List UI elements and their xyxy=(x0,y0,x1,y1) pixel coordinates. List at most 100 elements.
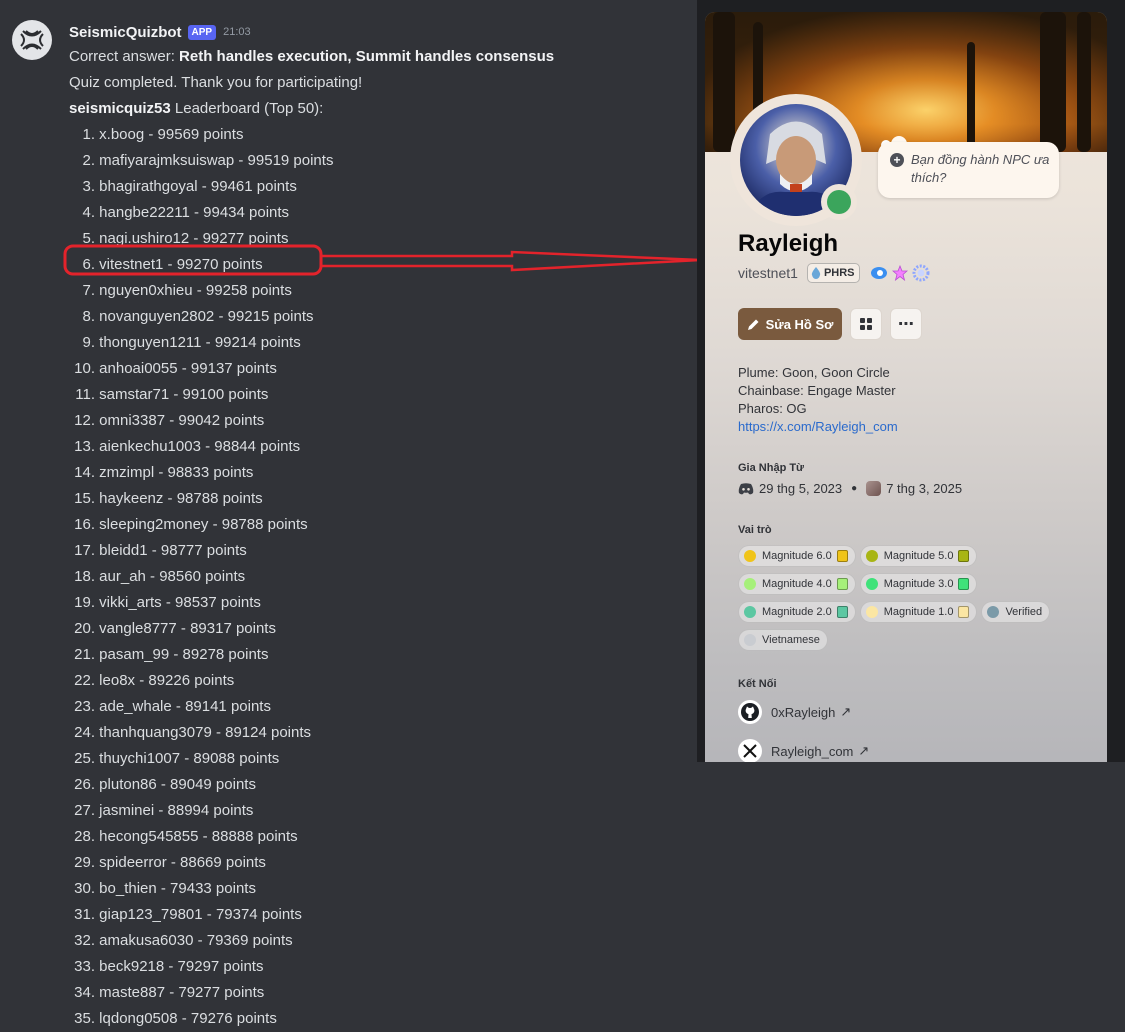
leaderboard-rank: 26. xyxy=(74,776,95,793)
role-icon xyxy=(836,606,848,618)
leaderboard-rank: 12. xyxy=(74,412,95,429)
leaderboard-entry: pluton86 - 89049 points xyxy=(99,776,256,793)
external-link-icon: ↗ xyxy=(858,743,870,758)
leaderboard-entry: lqdong0508 - 79276 points xyxy=(99,1010,277,1027)
leaderboard-entry: aienkechu1003 - 98844 points xyxy=(99,438,301,455)
role-name: Magnitude 4.0 xyxy=(762,578,832,590)
leaderboard-rank: 14. xyxy=(74,464,95,481)
boost-badge-icon[interactable] xyxy=(912,264,930,282)
leaderboard-row: 18. aur_ah - 98560 points xyxy=(69,564,689,590)
leaderboard-rank: 5. xyxy=(82,230,95,247)
seismic-logo-icon xyxy=(20,30,44,50)
message-timestamp[interactable]: 21:03 xyxy=(223,26,251,38)
app-badge: APP xyxy=(187,24,217,40)
leaderboard-rank: 21. xyxy=(74,646,95,663)
role-pill[interactable]: Magnitude 6.0 xyxy=(738,545,856,567)
leaderboard-rank: 8. xyxy=(82,308,95,325)
leaderboard-entry: mafiyarajmksuiswap - 99519 points xyxy=(99,152,334,169)
leaderboard-rank: 25. xyxy=(74,750,95,767)
leaderboard-rank: 1. xyxy=(82,126,95,143)
leaderboard-entry: pasam_99 - 89278 points xyxy=(99,646,269,663)
leaderboard-rank: 33. xyxy=(74,958,95,975)
role-color-dot xyxy=(744,550,756,562)
profile-badges xyxy=(870,264,930,282)
leaderboard-entry: amakusa6030 - 79369 points xyxy=(99,932,293,949)
leaderboard-entry: bhagirathgoyal - 99461 points xyxy=(99,178,297,195)
leaderboard-entry: anhoai0055 - 99137 points xyxy=(99,360,277,377)
role-pill[interactable]: Magnitude 4.0 xyxy=(738,573,856,595)
external-link-icon: ↗ xyxy=(840,704,852,719)
leaderboard-entry: ade_whale - 89141 points xyxy=(99,698,271,715)
server-join-date: 7 thg 3, 2025 xyxy=(886,481,963,496)
leaderboard-entry: leo8x - 89226 points xyxy=(99,672,235,689)
bio-link[interactable]: https://x.com/Rayleigh_com xyxy=(738,419,898,434)
role-icon xyxy=(836,550,848,562)
author-name[interactable]: SeismicQuizbot xyxy=(69,24,182,41)
roles-list: Magnitude 6.0 Magnitude 5.0 Magnitude 4.0 M… xyxy=(738,545,1098,651)
nitro-badge-icon[interactable] xyxy=(870,265,888,281)
message-header: SeismicQuizbot APP 21:03 xyxy=(69,22,689,42)
star-badge-icon[interactable] xyxy=(891,265,908,281)
leaderboard-rank: 20. xyxy=(74,620,95,637)
leaderboard-rank: 11. xyxy=(75,386,95,403)
server-grid-icon xyxy=(860,318,872,330)
profile-card: + Bạn đồng hành NPC ưa thích? Rayleigh v… xyxy=(705,12,1107,762)
leaderboard-row: 14. zmzimpl - 98833 points xyxy=(69,460,689,486)
leaderboard-entry: nagi.ushiro12 - 99277 points xyxy=(99,230,289,247)
leaderboard-row: 11. samstar71 - 99100 points xyxy=(69,382,689,408)
status-bubble-text: Bạn đồng hành NPC ưa thích? xyxy=(911,152,1050,185)
leaderboard-rank: 10. xyxy=(74,360,95,377)
leaderboard-row: 28. hecong545855 - 88888 points xyxy=(69,824,689,850)
bot-message: SeismicQuizbot APP 21:03 Correct answer:… xyxy=(69,22,689,1032)
water-drop-icon xyxy=(811,267,821,279)
leaderboard-row: 6. vitestnet1 - 99270 points xyxy=(69,252,689,278)
role-pill[interactable]: Magnitude 1.0 xyxy=(859,601,978,623)
role-pill[interactable]: Vietnamese xyxy=(738,629,828,651)
role-icon xyxy=(958,578,970,590)
separator-dot: ● xyxy=(851,483,858,494)
discord-join-date: 29 thg 5, 2023 xyxy=(759,481,843,496)
leaderboard-entry: x.boog - 99569 points xyxy=(99,126,244,143)
role-color-dot xyxy=(744,606,756,618)
connection-x[interactable]: Rayleigh_com ↗ xyxy=(738,739,869,762)
role-name: Verified xyxy=(1005,606,1043,618)
leaderboard-rank: 9. xyxy=(82,334,95,351)
connection-github[interactable]: 0xRayleigh ↗ xyxy=(738,700,851,724)
leaderboard-row: 15. haykeenz - 98788 points xyxy=(69,486,689,512)
leaderboard-entry: bo_thien - 79433 points xyxy=(99,880,256,897)
role-pill[interactable]: Magnitude 2.0 xyxy=(738,601,856,623)
server-tag[interactable]: PHRS xyxy=(806,263,860,283)
role-color-dot xyxy=(744,634,756,646)
pencil-icon xyxy=(747,319,759,330)
roles-label: Vai trò xyxy=(738,524,772,536)
server-profile-button[interactable] xyxy=(850,308,882,340)
edit-profile-button[interactable]: Sửa Hồ Sơ xyxy=(738,308,842,340)
custom-status-bubble[interactable]: + Bạn đồng hành NPC ưa thích? xyxy=(878,142,1059,198)
joined-label: Gia Nhập Từ xyxy=(738,462,805,474)
leaderboard-rank: 30. xyxy=(74,880,95,897)
role-icon xyxy=(836,578,848,590)
role-color-dot xyxy=(744,578,756,590)
role-pill[interactable]: Magnitude 3.0 xyxy=(859,573,978,595)
x-icon xyxy=(738,739,762,762)
bot-avatar[interactable] xyxy=(12,20,52,60)
role-pill[interactable]: Magnitude 5.0 xyxy=(859,545,978,567)
connection-name: Rayleigh_com xyxy=(771,743,854,759)
more-options-button[interactable]: ⋯ xyxy=(890,308,922,340)
leaderboard-row: 12. omni3387 - 99042 points xyxy=(69,408,689,434)
leaderboard-rank: 15. xyxy=(74,490,95,507)
profile-actions: Sửa Hồ Sơ ⋯ xyxy=(738,308,922,340)
leaderboard-entry: haykeenz - 98788 points xyxy=(99,490,263,507)
leaderboard-rank: 16. xyxy=(74,516,95,533)
leaderboard-rank: 23. xyxy=(74,698,95,715)
role-icon xyxy=(958,550,970,562)
leaderboard-row: 26. pluton86 - 89049 points xyxy=(69,772,689,798)
correct-answer: Reth handles execution, Summit handles c… xyxy=(179,48,555,65)
role-color-dot xyxy=(865,606,878,618)
leaderboard-entry: omni3387 - 99042 points xyxy=(99,412,265,429)
leaderboard-entry: aur_ah - 98560 points xyxy=(99,568,246,585)
leaderboard-rank: 17. xyxy=(74,542,95,559)
leaderboard-row: 10. anhoai0055 - 99137 points xyxy=(69,356,689,382)
correct-answer-prefix: Correct answer: xyxy=(69,48,175,65)
role-pill[interactable]: Verified xyxy=(981,601,1051,623)
